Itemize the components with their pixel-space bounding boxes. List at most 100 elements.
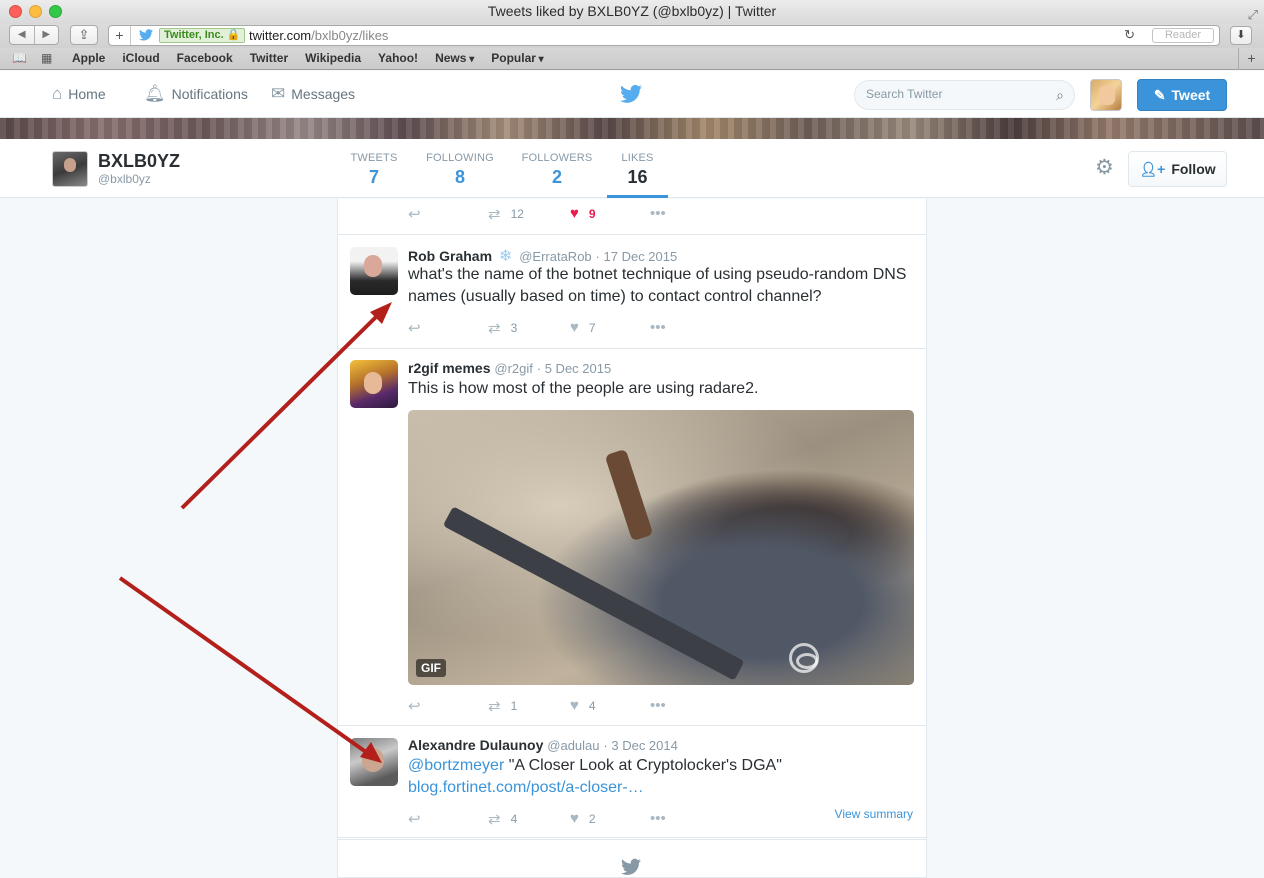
- retweet-icon: ⇄: [488, 698, 501, 715]
- more-icon[interactable]: •••: [650, 205, 666, 222]
- tweet-author-avatar[interactable]: [350, 738, 398, 786]
- tweet-date[interactable]: 3 Dec 2014: [611, 738, 678, 753]
- bookmark-menu-news[interactable]: News: [435, 48, 474, 70]
- bookmark-apple[interactable]: Apple: [72, 48, 105, 70]
- bookmark-wikipedia[interactable]: Wikipedia: [305, 48, 361, 70]
- tweet-author-avatar[interactable]: [350, 360, 398, 408]
- stat-tweets[interactable]: TWEETS 7: [344, 139, 404, 198]
- bell-icon: 🔔︎: [144, 84, 166, 103]
- stat-tweets-label: TWEETS: [350, 152, 398, 164]
- tweet-item[interactable]: Rob Graham ❄ @ErrataRob · 17 Dec 2015 wh…: [338, 235, 926, 349]
- reply-icon[interactable]: ↩: [408, 319, 421, 337]
- twitter-bird-logo-icon[interactable]: [620, 84, 642, 104]
- account-avatar[interactable]: [1090, 79, 1122, 111]
- add-bookmark-icon[interactable]: +: [109, 26, 131, 45]
- retweet-button[interactable]: ⇄ 12: [488, 205, 524, 223]
- bookmark-facebook[interactable]: Facebook: [177, 48, 233, 70]
- reload-icon[interactable]: ↻: [1124, 27, 1135, 43]
- more-icon[interactable]: •••: [650, 319, 666, 336]
- close-window-button[interactable]: [9, 5, 22, 18]
- retweet-button[interactable]: ⇄ 3: [488, 319, 517, 337]
- tweet-header: r2gif memes @r2gif · 5 Dec 2015: [408, 360, 611, 376]
- retweet-button[interactable]: ⇄ 4: [488, 810, 517, 828]
- tweet-text: @bortzmeyer "A Closer Look at Cryptolock…: [408, 755, 914, 799]
- reply-icon[interactable]: ↩: [408, 810, 421, 828]
- downloads-icon[interactable]: ⬇: [1230, 26, 1252, 45]
- stat-followers[interactable]: FOLLOWERS 2: [516, 139, 598, 198]
- tweet-author-handle[interactable]: @ErrataRob: [519, 249, 591, 264]
- follow-label: Follow: [1171, 161, 1216, 177]
- tweet-author-handle[interactable]: @r2gif: [494, 361, 533, 376]
- nav-home[interactable]: ⌂ Home: [52, 71, 106, 117]
- zoom-window-button[interactable]: [49, 5, 62, 18]
- new-tab-icon[interactable]: +: [1238, 48, 1264, 70]
- minimize-window-button[interactable]: [29, 5, 42, 18]
- like-button[interactable]: ♥ 9: [570, 205, 596, 222]
- tweet-header: Rob Graham ❄ @ErrataRob · 17 Dec 2015: [408, 246, 677, 266]
- profile-nav: BXLB0YZ @bxlb0yz TWEETS 7 FOLLOWING 8 FO…: [0, 139, 1264, 198]
- tweet-actions: ↩ ⇄ 4 ♥ 2 •••: [408, 810, 708, 828]
- search-icon[interactable]: ⌕: [1056, 87, 1064, 104]
- follow-button[interactable]: 👤︎+ Follow: [1128, 151, 1227, 187]
- tweet-url-link[interactable]: blog.fortinet.com/post/a-closer-…: [408, 779, 644, 796]
- ev-certificate-badge[interactable]: Twitter, Inc. 🔒: [159, 28, 246, 43]
- retweet-button[interactable]: ⇄ 1: [488, 697, 517, 715]
- tweet-text: This is how most of the people are using…: [408, 380, 759, 397]
- annotation-arrow-2: [118, 576, 368, 754]
- gif-badge: GIF: [416, 659, 446, 677]
- profile-name[interactable]: BXLB0YZ: [98, 151, 180, 172]
- retweet-count: 1: [510, 699, 518, 713]
- stat-following[interactable]: FOLLOWING 8: [420, 139, 500, 198]
- back-icon[interactable]: ◀: [10, 26, 34, 44]
- stat-followers-count: 2: [551, 167, 562, 187]
- tweet-author-name[interactable]: r2gif memes: [408, 360, 490, 376]
- tweet-separator: ·: [595, 249, 604, 264]
- like-button[interactable]: ♥ 2: [570, 810, 596, 827]
- bookmark-menu-popular[interactable]: Popular: [491, 48, 543, 70]
- view-summary-link[interactable]: View summary: [835, 807, 913, 821]
- url-text[interactable]: twitter.com/bxlb0yz/likes: [249, 28, 388, 43]
- more-icon[interactable]: •••: [650, 697, 666, 714]
- bookmark-icloud[interactable]: iCloud: [122, 48, 159, 70]
- tweet-gif-media[interactable]: GIF: [408, 410, 914, 685]
- tweet-item[interactable]: r2gif memes @r2gif · 5 Dec 2015 This is …: [338, 349, 926, 726]
- retweet-count: 3: [510, 321, 518, 335]
- stat-following-count: 8: [454, 167, 465, 187]
- more-icon[interactable]: •••: [650, 810, 666, 827]
- nav-notifications[interactable]: 🔔︎ Notifications: [144, 71, 248, 117]
- tweet-author-name[interactable]: Rob Graham: [408, 248, 492, 264]
- reader-button[interactable]: Reader: [1152, 28, 1214, 43]
- reply-icon[interactable]: ↩: [408, 697, 421, 715]
- nav-messages[interactable]: ✉ Messages: [271, 71, 355, 117]
- fullscreen-icon[interactable]: ⤢: [1248, 3, 1258, 26]
- stat-likes[interactable]: LIKES 16: [607, 139, 668, 198]
- bookmark-twitter[interactable]: Twitter: [250, 48, 288, 70]
- heart-icon: ♥: [570, 205, 579, 222]
- tweet-author-handle[interactable]: @adulau: [547, 738, 599, 753]
- tweet-date[interactable]: 5 Dec 2015: [545, 361, 612, 376]
- tweet-author-name[interactable]: Alexandre Dulaunoy: [408, 737, 543, 753]
- like-count: 2: [588, 811, 596, 826]
- bookmarks-bar: 📖 ▦ Apple iCloud Facebook Twitter Wikipe…: [0, 48, 1264, 70]
- address-bar[interactable]: + Twitter, Inc. 🔒 twitter.com/bxlb0yz/li…: [108, 25, 1220, 46]
- reply-icon[interactable]: ↩: [408, 205, 421, 223]
- tweet-date[interactable]: 17 Dec 2015: [604, 249, 678, 264]
- search-input[interactable]: [866, 87, 1046, 101]
- bookmark-yahoo[interactable]: Yahoo!: [378, 48, 418, 70]
- share-icon[interactable]: ⇪: [70, 25, 98, 45]
- like-button[interactable]: ♥ 7: [570, 319, 596, 336]
- gear-icon[interactable]: ⚙: [1095, 156, 1114, 180]
- tweet-item[interactable]: Alexandre Dulaunoy @adulau · 3 Dec 2014 …: [338, 726, 926, 838]
- compose-tweet-button[interactable]: ✎ Tweet: [1137, 79, 1227, 111]
- media-rifle-shape: [442, 506, 745, 681]
- stat-likes-count: 16: [627, 167, 648, 187]
- mention-link[interactable]: @bortzmeyer: [408, 757, 504, 774]
- like-button[interactable]: ♥ 4: [570, 697, 596, 714]
- profile-avatar[interactable]: [52, 151, 88, 187]
- reading-list-icon[interactable]: 📖: [12, 51, 27, 65]
- forward-icon[interactable]: ▶: [33, 26, 59, 44]
- top-sites-grid-icon[interactable]: ▦: [41, 51, 52, 65]
- heart-icon: ♥: [570, 810, 579, 827]
- tweet-author-avatar[interactable]: [350, 247, 398, 295]
- snowflake-icon: ❄: [498, 248, 513, 265]
